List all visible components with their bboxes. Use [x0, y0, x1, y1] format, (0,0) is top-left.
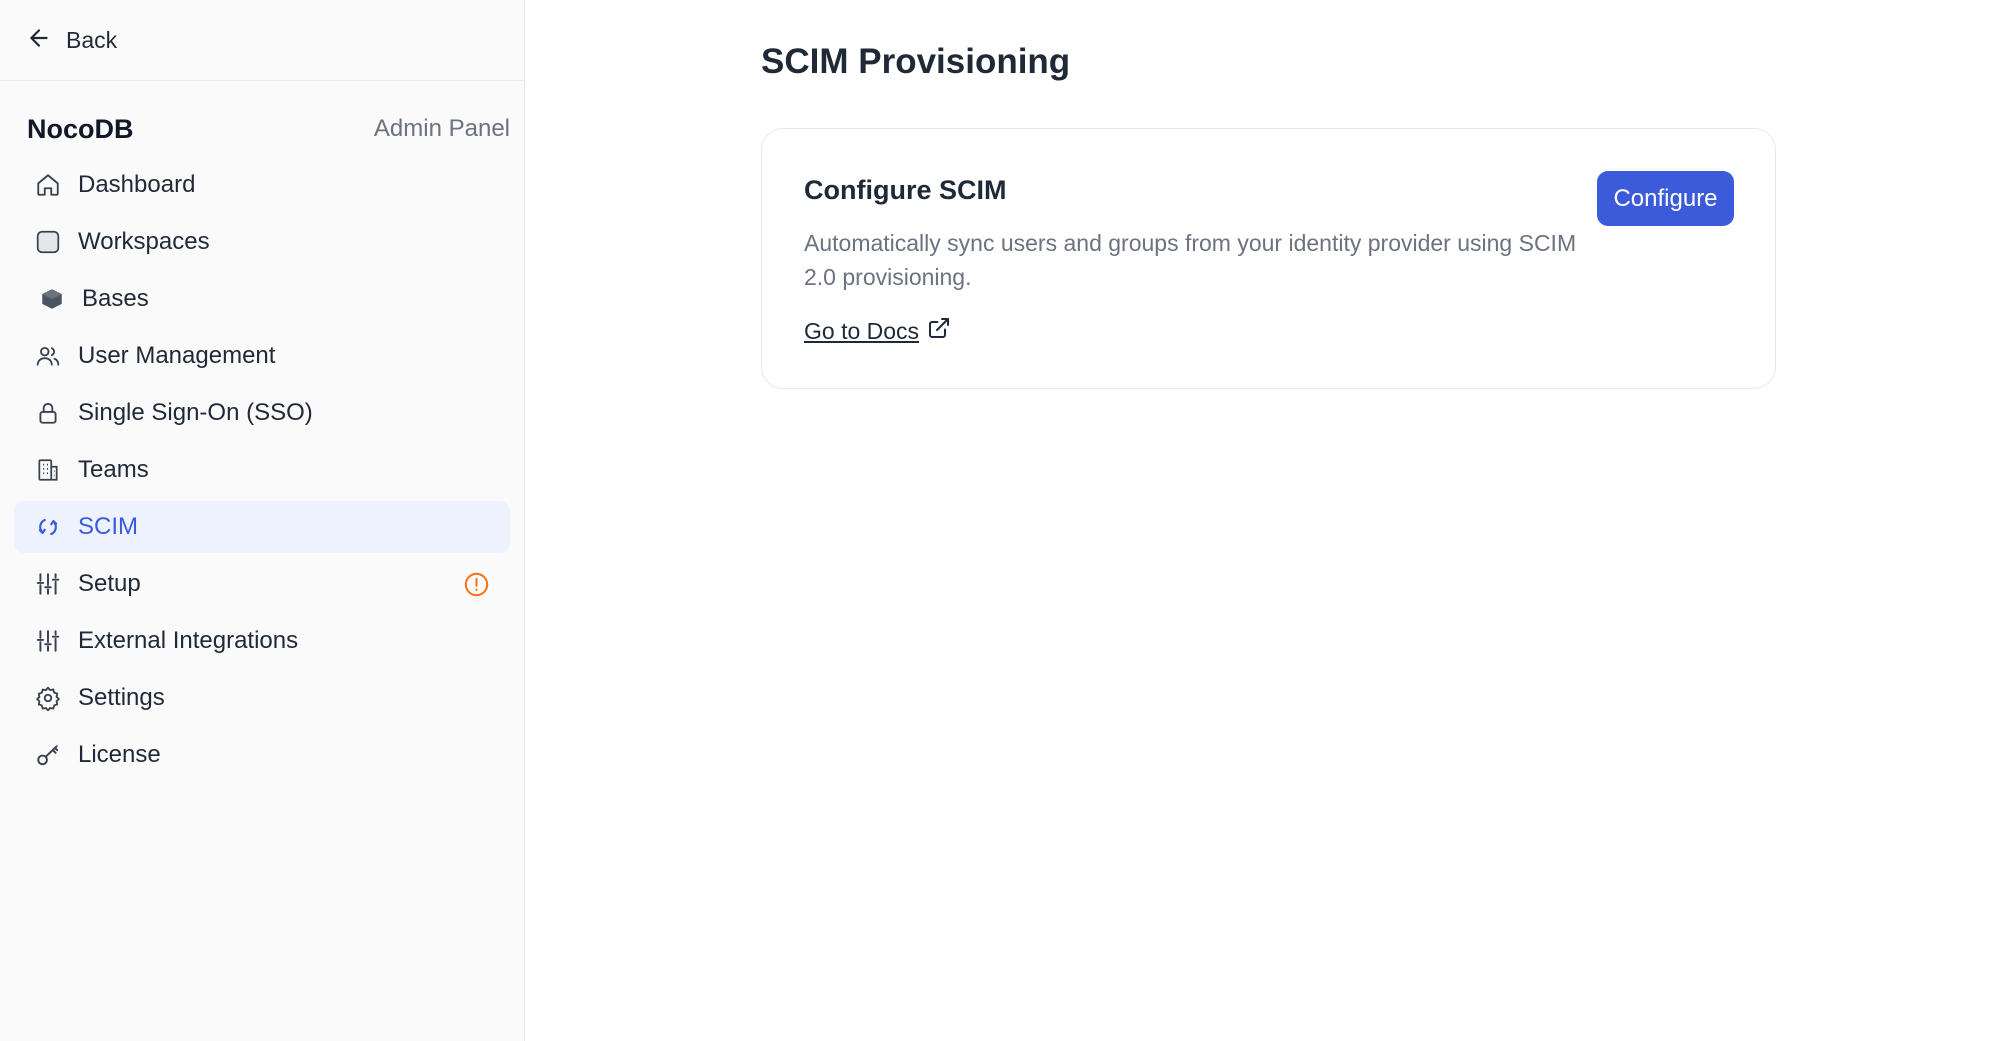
sidebar-item-label: Setup [78, 570, 141, 597]
sidebar-item-label: Single Sign-On (SSO) [78, 399, 313, 426]
main-content: SCIM Provisioning Configure SCIM Automat… [525, 0, 1999, 1041]
sidebar-item-user-management[interactable]: User Management [14, 330, 510, 382]
sidebar-item-label: Settings [78, 684, 165, 711]
sidebar-item-label: Dashboard [78, 171, 196, 198]
arrow-left-icon [26, 25, 52, 56]
sidebar-item-workspaces[interactable]: Workspaces [14, 216, 510, 268]
sliders-icon [33, 626, 63, 656]
sidebar-item-label: Workspaces [78, 228, 210, 255]
sidebar: Back NocoDB Admin Panel Dashboard Worksp… [0, 0, 525, 1041]
building-icon [33, 455, 63, 485]
sidebar-item-sso[interactable]: Single Sign-On (SSO) [14, 387, 510, 439]
sidebar-item-setup[interactable]: Setup [14, 558, 510, 610]
sidebar-nav: Dashboard Workspaces Bases User Manageme… [0, 159, 524, 786]
configure-scim-card: Configure SCIM Automatically sync users … [761, 128, 1776, 389]
card-title: Configure SCIM [804, 175, 1007, 205]
brand-name: NocoDB [27, 113, 134, 144]
gear-icon [33, 683, 63, 713]
users-icon [33, 341, 63, 371]
lock-icon [33, 398, 63, 428]
brand-subtitle: Admin Panel [373, 115, 510, 142]
sidebar-item-label: User Management [78, 342, 276, 369]
docs-link-label: Go to Docs [804, 317, 920, 344]
warning-icon [463, 571, 490, 598]
sidebar-item-scim[interactable]: SCIM [14, 501, 510, 553]
external-link-icon [927, 316, 951, 346]
sidebar-item-label: Bases [82, 285, 149, 312]
sidebar-item-settings[interactable]: Settings [14, 672, 510, 724]
sidebar-item-label: External Integrations [78, 627, 299, 654]
workspace-icon [33, 227, 63, 257]
brand-row: NocoDB Admin Panel [0, 111, 524, 147]
base-icon [37, 284, 67, 314]
sync-icon [33, 512, 63, 542]
sidebar-item-external-integrations[interactable]: External Integrations [14, 615, 510, 667]
sidebar-item-dashboard[interactable]: Dashboard [14, 159, 510, 211]
go-to-docs-link[interactable]: Go to Docs [804, 316, 951, 346]
sidebar-item-license[interactable]: License [14, 729, 510, 781]
key-icon [33, 740, 63, 770]
sidebar-item-label: License [78, 741, 161, 768]
sidebar-item-label: Teams [78, 456, 149, 483]
sliders-icon [33, 569, 63, 599]
app-root: Back NocoDB Admin Panel Dashboard Worksp… [0, 0, 1999, 1041]
sidebar-item-bases[interactable]: Bases [14, 273, 510, 325]
back-label: Back [66, 26, 118, 53]
back-button[interactable]: Back [0, 0, 524, 81]
home-icon [33, 170, 63, 200]
page-title: SCIM Provisioning [761, 42, 1071, 81]
sidebar-item-teams[interactable]: Teams [14, 444, 510, 496]
configure-button[interactable]: Configure [1597, 171, 1734, 226]
sidebar-item-label: SCIM [78, 513, 138, 540]
card-description: Automatically sync users and groups from… [804, 230, 1577, 290]
